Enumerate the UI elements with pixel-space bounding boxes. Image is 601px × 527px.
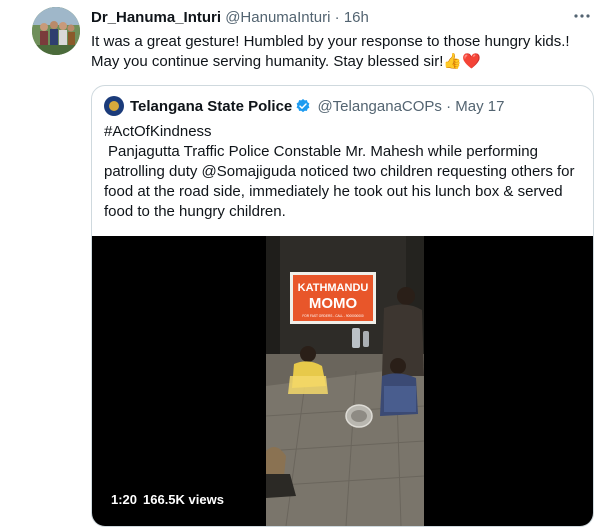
quoted-body: Panjagutta Traffic Police Constable Mr. … [104,143,575,220]
sign-line2: MOMO [309,295,358,312]
thumbs-up-emoji: 👍 [443,53,463,70]
quoted-date[interactable]: May 17 [455,98,504,115]
quoted-text: #ActOfKindness Panjagutta Traffic Police… [104,122,582,222]
sign-line1: KATHMANDU [298,282,369,294]
quoted-hashtag[interactable]: #ActOfKindness [104,122,582,142]
video-views: 166.5K views [143,492,224,507]
tweet-body: It was a great gesture! Humbled by your … [91,33,570,70]
more-dots-icon[interactable] [572,6,592,26]
user-avatar[interactable] [32,7,80,55]
sign-small: FOR FAST ORDERS - CALL - 9000000000 [302,314,364,318]
heart-emoji: ❤️ [462,53,481,70]
tweet-text: It was a great gesture! Humbled by your … [91,32,581,72]
display-name[interactable]: Dr_Hanuma_Inturi [91,9,221,26]
quoted-header: Telangana State Police @TelanganaCOPs · … [104,96,504,120]
video-frame: KATHMANDU MOMO FOR FAST ORDERS - CALL - … [266,236,424,526]
separator-dot: · [334,9,340,26]
user-handle[interactable]: @HanumaInturi [225,9,330,26]
quoted-avatar[interactable] [104,96,124,116]
quoted-tweet[interactable]: Telangana State Police @TelanganaCOPs · … [91,85,594,527]
tweet-header: Dr_Hanuma_Inturi @HanumaInturi · 16h [91,8,369,28]
tweet[interactable]: Dr_Hanuma_Inturi @HanumaInturi · 16h It … [0,0,601,527]
video-player[interactable]: KATHMANDU MOMO FOR FAST ORDERS - CALL - … [92,236,593,526]
quoted-separator-dot: · [446,98,452,115]
quoted-handle[interactable]: @TelanganaCOPs [317,98,441,115]
quoted-display-name[interactable]: Telangana State Police [130,98,292,115]
verified-badge-icon [295,98,311,120]
video-duration: 1:20 [111,492,138,507]
timestamp[interactable]: 16h [344,9,369,26]
